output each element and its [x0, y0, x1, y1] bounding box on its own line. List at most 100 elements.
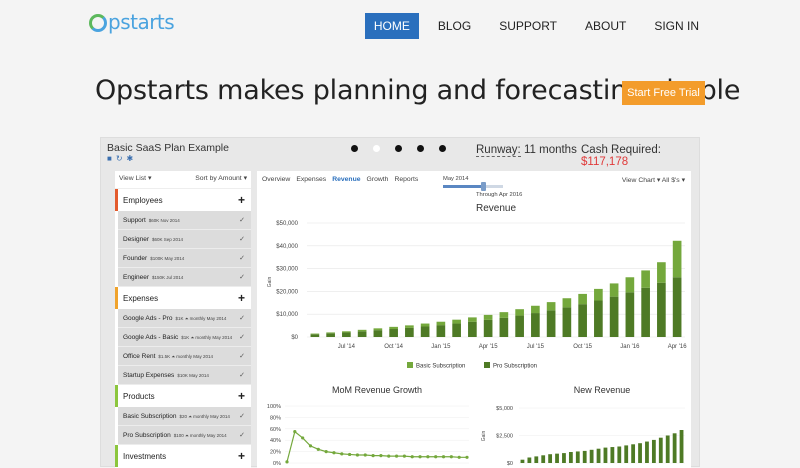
- gear-icon[interactable]: ✱: [127, 154, 138, 163]
- x-tick-label: Oct '14: [384, 344, 403, 350]
- runway-readout: Runway: 11 months: [476, 144, 577, 157]
- growth-point: [441, 455, 446, 459]
- item-meta: $150K Jul 2014: [152, 274, 184, 280]
- bar-basic-subscription: [625, 277, 635, 293]
- bar-pro-subscription: [483, 319, 493, 337]
- save-icon[interactable]: ■: [107, 154, 116, 163]
- list-item[interactable]: Google Ads - Basic $1K ⏶ monthly May 2014…: [118, 328, 251, 347]
- app-preview: Basic SaaS Plan Example ■↻✱ Runway: 11 m…: [100, 137, 700, 468]
- add-item-icon[interactable]: +: [238, 389, 245, 403]
- bar-new-revenue: [575, 451, 580, 463]
- nav-support[interactable]: SUPPORT: [490, 13, 566, 39]
- carousel-dots: [351, 145, 461, 152]
- list-item[interactable]: Startup Expenses $10K May 2014 ✓: [118, 366, 251, 385]
- bar-new-revenue: [527, 457, 532, 463]
- category-investments[interactable]: Investments +: [115, 445, 251, 467]
- list-item[interactable]: Office Rent $1.5K ⏶ monthly May 2014 ✓: [118, 347, 251, 366]
- runway-value: 11: [523, 144, 536, 156]
- list-header: View List ▾ Sort by Amount ▾: [115, 171, 251, 189]
- bar-pro-subscription: [625, 292, 635, 337]
- nav-blog[interactable]: BLOG: [429, 13, 480, 39]
- bar-pro-subscription: [499, 317, 509, 337]
- add-item-icon[interactable]: +: [238, 449, 245, 463]
- bar-new-revenue: [555, 453, 559, 463]
- carousel-dot[interactable]: [351, 145, 358, 152]
- cash-value: $117,178: [581, 156, 629, 168]
- x-tick-label: Oct '15: [573, 344, 592, 350]
- list-item[interactable]: Engineer $150K Jul 2014 ✓: [118, 268, 251, 287]
- add-item-icon[interactable]: +: [238, 193, 245, 207]
- carousel-dot[interactable]: [395, 145, 402, 152]
- y-tick-label: 0%: [273, 461, 281, 467]
- bar-pro-subscription: [546, 310, 556, 337]
- bar-new-revenue: [631, 444, 636, 463]
- check-icon[interactable]: ✓: [239, 216, 245, 224]
- check-icon[interactable]: ✓: [239, 412, 245, 420]
- y-tick-label: $50,000: [276, 221, 298, 227]
- sort-dropdown[interactable]: Sort by Amount ▾: [195, 174, 247, 188]
- list-item[interactable]: Basic Subscription $20 ⏶ monthly May 2014…: [118, 407, 251, 426]
- nav-sign-in[interactable]: SIGN IN: [645, 13, 708, 39]
- cash-label: Cash Required:: [581, 144, 661, 156]
- bar-pro-subscription: [310, 334, 320, 337]
- bar-pro-subscription: [609, 296, 619, 337]
- y-tick-label: 20%: [270, 450, 281, 456]
- y-tick-label: $20,000: [276, 289, 298, 295]
- item-name: Pro Subscription: [123, 431, 171, 439]
- opstarts-logo[interactable]: pstarts: [89, 10, 175, 34]
- view-list-dropdown[interactable]: View List ▾: [119, 174, 151, 188]
- bar-pro-subscription: [405, 327, 414, 337]
- item-meta: $100 ⏶ monthly May 2014: [173, 432, 227, 438]
- growth-point: [465, 455, 469, 459]
- growth-point: [340, 452, 344, 456]
- start-free-trial-button[interactable]: Start Free Trial: [622, 81, 705, 105]
- item-name: Engineer: [123, 273, 150, 281]
- bar-pro-subscription: [420, 326, 430, 337]
- category-employees[interactable]: Employees +: [115, 189, 251, 211]
- check-icon[interactable]: ✓: [239, 352, 245, 360]
- list-item[interactable]: Pro Subscription $100 ⏶ monthly May 2014 ✓: [118, 426, 251, 445]
- y-axis-label: Gain: [481, 431, 487, 442]
- bar-pro-subscription: [594, 300, 603, 337]
- chart-title: New Revenue: [574, 385, 631, 395]
- bar-basic-subscription: [499, 312, 509, 318]
- x-tick-label: Jul '15: [527, 344, 545, 350]
- bar-pro-subscription: [326, 333, 335, 337]
- refresh-icon[interactable]: ↻: [116, 154, 127, 163]
- check-icon[interactable]: ✓: [239, 235, 245, 243]
- runway-label: Runway:: [476, 144, 521, 157]
- item-name: Basic Subscription: [123, 412, 177, 420]
- carousel-dot[interactable]: [439, 145, 446, 152]
- carousel-dot[interactable]: [373, 145, 380, 152]
- bar-new-revenue: [645, 441, 649, 463]
- bar-new-revenue: [624, 445, 629, 463]
- list-item[interactable]: Support $60K Nov 2014 ✓: [118, 211, 251, 230]
- check-icon[interactable]: ✓: [239, 371, 245, 379]
- bar-basic-subscription: [420, 323, 430, 327]
- category-expenses[interactable]: Expenses +: [115, 287, 251, 309]
- check-icon[interactable]: ✓: [239, 333, 245, 341]
- plan-item-list: View List ▾ Sort by Amount ▾ Employees + S…: [115, 171, 251, 468]
- bar-basic-subscription: [483, 314, 493, 320]
- item-name: Designer: [123, 235, 150, 243]
- check-icon[interactable]: ✓: [239, 254, 245, 262]
- list-item[interactable]: Designer $60K Sep 2014 ✓: [118, 230, 251, 249]
- add-item-icon[interactable]: +: [238, 291, 245, 305]
- category-products[interactable]: Products +: [115, 385, 251, 407]
- list-item[interactable]: Google Ads - Pro $1K ⏶ monthly May 2014 ✓: [118, 309, 251, 328]
- check-icon[interactable]: ✓: [239, 314, 245, 322]
- legend-label-pro: Pro Subscription: [493, 364, 537, 370]
- runway-unit: months: [539, 144, 577, 156]
- nav-home[interactable]: HOME: [364, 13, 419, 39]
- list-item[interactable]: Founder $100K May 2014 ✓: [118, 249, 251, 268]
- bar-basic-subscription: [468, 317, 477, 322]
- carousel-dot[interactable]: [417, 145, 424, 152]
- y-tick-label: $10,000: [276, 312, 298, 318]
- bar-basic-subscription: [641, 270, 650, 288]
- nav-about[interactable]: ABOUT: [576, 13, 635, 39]
- bar-pro-subscription: [515, 315, 524, 337]
- check-icon[interactable]: ✓: [239, 431, 245, 439]
- x-tick-label: Jul '14: [338, 344, 356, 350]
- check-icon[interactable]: ✓: [239, 273, 245, 281]
- category-label: Expenses: [123, 293, 159, 303]
